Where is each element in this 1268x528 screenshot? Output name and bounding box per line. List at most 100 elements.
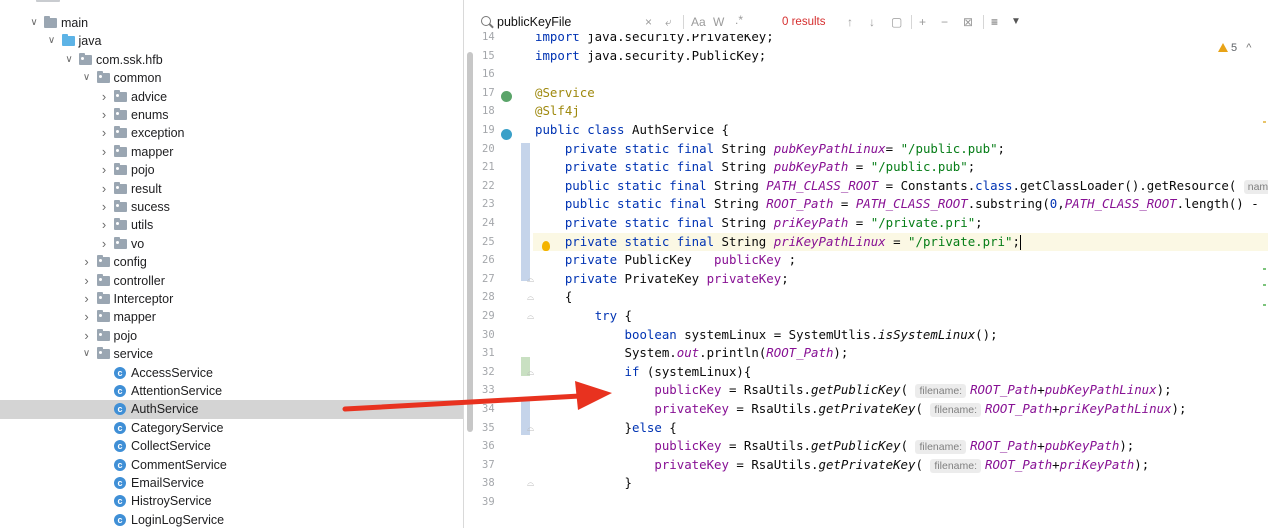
- line-number[interactable]: 21: [482, 158, 512, 177]
- tree-class-item[interactable]: c CollectService: [0, 437, 463, 455]
- line-number[interactable]: 31: [482, 344, 512, 363]
- panel-splitter[interactable]: [463, 0, 464, 528]
- chevron-right-icon[interactable]: ›: [98, 235, 110, 253]
- tree-folder-item[interactable]: › pojo: [0, 161, 463, 179]
- chevron-down-icon[interactable]: ∨: [81, 69, 93, 87]
- code-line[interactable]: privateKey = RsaUtils.getPrivateKey( fil…: [535, 400, 1186, 419]
- chevron-right-icon[interactable]: ›: [81, 272, 93, 290]
- previous-occurrence-icon[interactable]: ↑: [847, 10, 853, 34]
- tree-class-item[interactable]: c AuthService: [0, 400, 463, 419]
- tree-folder-item[interactable]: › pojo: [0, 327, 463, 345]
- tree-folder-item[interactable]: › enums: [0, 106, 463, 124]
- remove-occurrence-icon[interactable]: −: [941, 10, 948, 34]
- code-line[interactable]: private static final String pubKeyPathLi…: [535, 140, 1005, 159]
- line-number[interactable]: 24: [482, 214, 512, 233]
- tree-folder-item[interactable]: › exception: [0, 124, 463, 142]
- tree-class-item[interactable]: c HistroyService: [0, 492, 463, 510]
- next-occurrence-icon[interactable]: ↓: [869, 10, 875, 34]
- chevron-right-icon[interactable]: ›: [98, 88, 110, 106]
- line-number[interactable]: 18: [482, 102, 512, 121]
- tree-folder-item[interactable]: ∨ java: [0, 32, 463, 50]
- line-number[interactable]: 22: [482, 177, 512, 196]
- chevron-right-icon[interactable]: ›: [81, 327, 93, 345]
- tree-class-item[interactable]: c LoginLogService: [0, 511, 463, 528]
- code-line[interactable]: public static final String ROOT_Path = P…: [535, 195, 1268, 214]
- line-number[interactable]: 25: [482, 233, 512, 252]
- search-icon[interactable]: [481, 16, 491, 26]
- tree-folder-item[interactable]: › controller: [0, 272, 463, 290]
- line-number[interactable]: 32: [482, 363, 512, 382]
- code-line[interactable]: try {: [535, 307, 632, 326]
- tree-folder-item[interactable]: › result: [0, 180, 463, 198]
- code-line[interactable]: System.out.println(ROOT_Path);: [535, 344, 849, 363]
- line-number[interactable]: 16: [482, 65, 512, 84]
- tree-folder-item[interactable]: › sucess: [0, 198, 463, 216]
- code-line[interactable]: public class AuthService {: [535, 121, 729, 140]
- changed-line-marker[interactable]: [521, 245, 530, 263]
- code-line[interactable]: @Service: [535, 84, 595, 103]
- line-number[interactable]: 30: [482, 326, 512, 345]
- code-line[interactable]: private static final String priKeyPath =…: [535, 214, 983, 233]
- tree-folder-item[interactable]: › Interceptor: [0, 290, 463, 308]
- code-line[interactable]: }: [535, 474, 632, 493]
- chevron-down-icon[interactable]: ∨: [46, 32, 58, 50]
- tree-class-item[interactable]: c EmailService: [0, 474, 463, 492]
- fold-icon[interactable]: ⌓: [527, 479, 535, 488]
- chevron-right-icon[interactable]: ›: [98, 106, 110, 124]
- code-line[interactable]: privateKey = RsaUtils.getPrivateKey( fil…: [535, 456, 1149, 475]
- code-line[interactable]: private static final String priKeyPathLi…: [533, 232, 1268, 252]
- line-number[interactable]: 33: [482, 381, 512, 400]
- code-line[interactable]: if (systemLinux){: [535, 363, 752, 382]
- line-number[interactable]: 27: [482, 270, 512, 289]
- filter-icon[interactable]: ▼: [1011, 10, 1021, 34]
- chevron-right-icon[interactable]: ›: [98, 161, 110, 179]
- code-line[interactable]: @Slf4j: [535, 102, 580, 121]
- code-line[interactable]: import java.security.PublicKey;: [535, 47, 766, 66]
- code-line[interactable]: publicKey = RsaUtils.getPublicKey( filen…: [535, 437, 1134, 456]
- chevron-right-icon[interactable]: ›: [98, 124, 110, 142]
- scrollbar-marker[interactable]: [1263, 304, 1266, 306]
- multiline-icon[interactable]: ≡: [991, 10, 998, 34]
- tree-folder-item[interactable]: ∨ com.ssk.hfb: [0, 51, 463, 69]
- tree-class-item[interactable]: c AccessService: [0, 364, 463, 382]
- scrollbar-marker[interactable]: [1263, 121, 1266, 123]
- line-number[interactable]: 35: [482, 419, 512, 438]
- tree-folder-item[interactable]: ∨ main: [0, 14, 463, 32]
- code-line[interactable]: private static final String pubKeyPath =…: [535, 158, 975, 177]
- chevron-right-icon[interactable]: ›: [98, 180, 110, 198]
- chevron-down-icon[interactable]: ∨: [63, 51, 75, 69]
- fold-icon[interactable]: ⌓: [527, 367, 535, 376]
- select-all-occurrences-icon[interactable]: ⊠: [963, 10, 973, 34]
- chevron-right-icon[interactable]: ›: [98, 198, 110, 216]
- code-line[interactable]: {: [535, 288, 572, 307]
- inspection-warnings[interactable]: 5 ^: [1218, 42, 1251, 54]
- code-line[interactable]: public static final String PATH_CLASS_RO…: [535, 177, 1268, 196]
- code-line[interactable]: }else {: [535, 419, 677, 438]
- fold-icon[interactable]: ⌓: [527, 293, 535, 302]
- code-line[interactable]: publicKey = RsaUtils.getPublicKey( filen…: [535, 381, 1172, 400]
- spring-bean-icon[interactable]: [501, 91, 512, 102]
- tree-class-item[interactable]: c CommentService: [0, 456, 463, 474]
- line-number[interactable]: 39: [482, 493, 512, 512]
- line-number[interactable]: 20: [482, 140, 512, 159]
- chevron-right-icon[interactable]: ›: [81, 253, 93, 271]
- fold-icon[interactable]: ⌓: [527, 423, 535, 432]
- chevron-right-icon[interactable]: ›: [81, 290, 93, 308]
- line-number[interactable]: 36: [482, 437, 512, 456]
- chevron-right-icon[interactable]: ›: [81, 308, 93, 326]
- chevron-down-icon[interactable]: ∨: [81, 345, 93, 363]
- fold-icon[interactable]: ⌓: [527, 312, 535, 321]
- lightbulb-icon[interactable]: [542, 241, 550, 251]
- tree-folder-item[interactable]: › vo: [0, 235, 463, 253]
- tree-folder-item[interactable]: › utils: [0, 216, 463, 234]
- tree-class-item[interactable]: c AttentionService: [0, 382, 463, 400]
- tree-class-item[interactable]: c CategoryService: [0, 419, 463, 437]
- scrollbar-marker[interactable]: [1263, 268, 1266, 270]
- fold-icon[interactable]: ⌓: [527, 274, 535, 283]
- chevron-right-icon[interactable]: ›: [98, 143, 110, 161]
- line-number[interactable]: 37: [482, 456, 512, 475]
- match-case-button[interactable]: Aa: [691, 10, 706, 34]
- chevron-up-icon[interactable]: ^: [1246, 42, 1251, 54]
- tree-folder-item[interactable]: ∨ common: [0, 69, 463, 87]
- line-number[interactable]: 28: [482, 288, 512, 307]
